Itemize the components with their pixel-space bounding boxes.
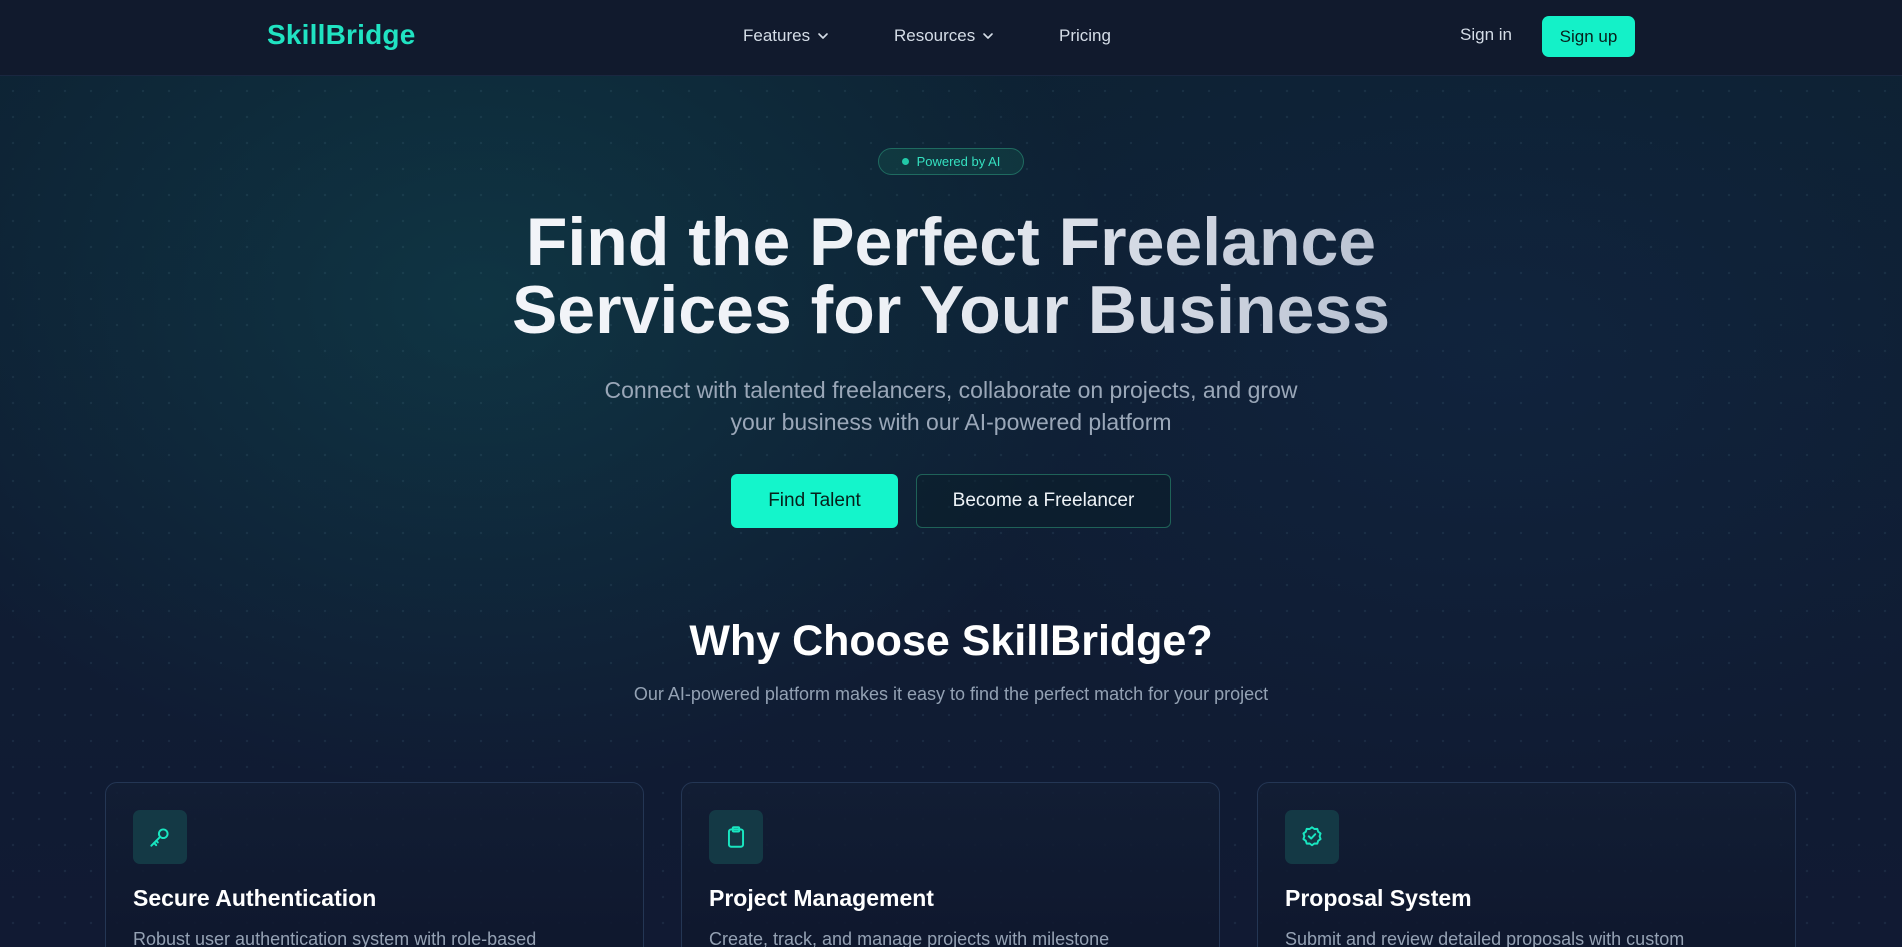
why-choose-heading: Why Choose SkillBridge?: [689, 617, 1213, 665]
hero-title: Find the Perfect Freelance Services for …: [351, 208, 1551, 344]
feature-title: Proposal System: [1285, 885, 1472, 911]
hero-title-line-1: Find the Perfect Freelance: [525, 204, 1377, 280]
hero-subtitle: Connect with talented freelancers, colla…: [551, 374, 1351, 438]
hero-title-line-2: Services for Your Business: [511, 272, 1391, 348]
feature-card-secure-authentication: Secure Authentication Robust user authen…: [105, 782, 644, 947]
powered-by-ai-badge: Powered by AI: [878, 148, 1024, 175]
hero-subtitle-line-1: Connect with talented freelancers, colla…: [604, 377, 1298, 403]
nav-resources-label: Resources: [894, 26, 976, 45]
nav-pricing-link[interactable]: Pricing: [1059, 25, 1111, 47]
nav-features-label: Features: [743, 26, 811, 45]
clipboard-icon: [709, 810, 763, 864]
sign-in-link[interactable]: Sign in: [1460, 25, 1512, 45]
feature-card-proposal-system: Proposal System Submit and review detail…: [1257, 782, 1796, 947]
nav-resources-menu[interactable]: Resources: [894, 25, 994, 47]
chevron-down-icon: [818, 33, 828, 39]
find-talent-button[interactable]: Find Talent: [731, 474, 898, 528]
nav-pricing-label: Pricing: [1059, 26, 1111, 45]
hero-subtitle-line-2: your business with our AI-powered platfo…: [730, 409, 1172, 435]
why-choose-subtitle: Our AI-powered platform makes it easy to…: [633, 684, 1269, 704]
key-icon: [133, 810, 187, 864]
feature-title: Project Management: [709, 885, 934, 911]
feature-description: Submit and review detailed proposals wit…: [1285, 929, 1685, 947]
feature-title: Secure Authentication: [133, 885, 377, 911]
feature-description: Robust user authentication system with r…: [133, 929, 537, 947]
become-freelancer-button[interactable]: Become a Freelancer: [916, 474, 1171, 528]
chevron-down-icon: [983, 33, 994, 39]
badge-check-icon: [1285, 810, 1339, 864]
status-dot-icon: [901, 158, 909, 165]
nav-features-menu[interactable]: Features: [743, 25, 829, 47]
feature-description: Create, track, and manage projects with …: [709, 929, 1110, 947]
top-navbar: SkillBridge Features Resources Pricing S…: [0, 0, 1902, 76]
badge-label: Powered by AI: [916, 154, 1001, 169]
sign-up-button[interactable]: Sign up: [1542, 16, 1635, 57]
feature-card-project-management: Project Management Create, track, and ma…: [681, 782, 1220, 947]
brand-logo[interactable]: SkillBridge: [267, 19, 415, 51]
